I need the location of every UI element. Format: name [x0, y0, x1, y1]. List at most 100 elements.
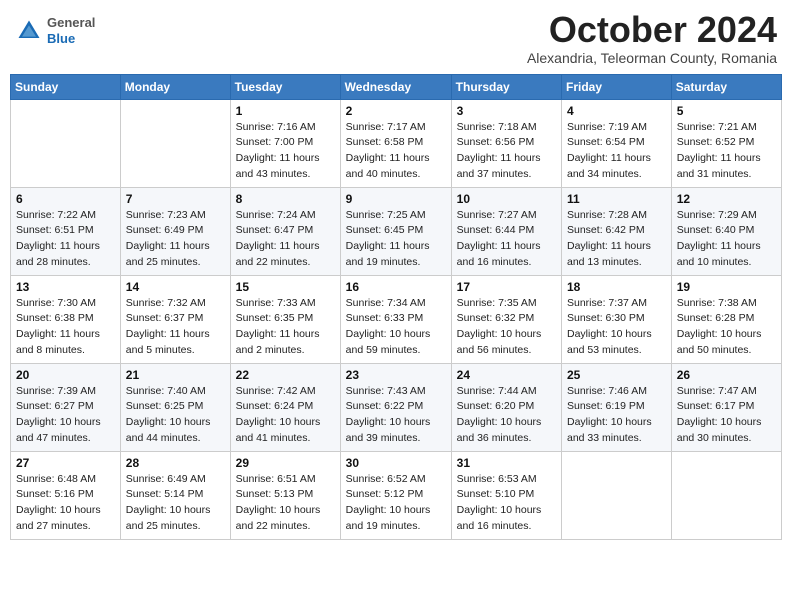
location: Alexandria, Teleorman County, Romania: [527, 50, 777, 66]
day-info: Sunrise: 7:44 AM Sunset: 6:20 PM Dayligh…: [457, 384, 556, 447]
day-number: 16: [346, 280, 446, 294]
calendar-cell: [120, 99, 230, 187]
calendar-cell: 17 Sunrise: 7:35 AM Sunset: 6:32 PM Dayli…: [451, 275, 561, 363]
week-row-3: 13 Sunrise: 7:30 AM Sunset: 6:38 PM Dayli…: [11, 275, 782, 363]
day-number: 27: [16, 456, 115, 470]
calendar-cell: 10Sunrise: 7:27 AM Sunset: 6:44 PM Dayli…: [451, 187, 561, 275]
day-info: Sunrise: 7:37 AM Sunset: 6:30 PM Dayligh…: [567, 296, 666, 359]
day-info: Sunrise: 7:47 AM Sunset: 6:17 PM Dayligh…: [677, 384, 776, 447]
day-number: 7: [126, 192, 225, 206]
calendar-cell: 29Sunrise: 6:51 AM Sunset: 5:13 PM Dayli…: [230, 451, 340, 539]
day-info: Sunrise: 7:32 AM Sunset: 6:37 PM Dayligh…: [126, 296, 225, 359]
calendar-cell: 2Sunrise: 7:17 AM Sunset: 6:58 PM Daylig…: [340, 99, 451, 187]
day-info: Sunrise: 7:18 AM Sunset: 6:56 PM Dayligh…: [457, 120, 556, 183]
logo-blue: Blue: [47, 31, 95, 47]
calendar-cell: 9 Sunrise: 7:25 AM Sunset: 6:45 PM Daylig…: [340, 187, 451, 275]
day-info: Sunrise: 7:35 AM Sunset: 6:32 PM Dayligh…: [457, 296, 556, 359]
day-info: Sunrise: 7:38 AM Sunset: 6:28 PM Dayligh…: [677, 296, 776, 359]
day-number: 15: [236, 280, 335, 294]
weekday-tuesday: Tuesday: [230, 74, 340, 99]
title-section: October 2024 Alexandria, Teleorman Count…: [527, 10, 777, 66]
day-number: 17: [457, 280, 556, 294]
calendar-cell: 15 Sunrise: 7:33 AM Sunset: 6:35 PM Dayli…: [230, 275, 340, 363]
calendar-cell: 23 Sunrise: 7:43 AM Sunset: 6:22 PM Dayli…: [340, 363, 451, 451]
day-number: 11: [567, 192, 666, 206]
day-number: 2: [346, 104, 446, 118]
day-info: Sunrise: 7:39 AM Sunset: 6:27 PM Dayligh…: [16, 384, 115, 447]
day-info: Sunrise: 7:33 AM Sunset: 6:35 PM Dayligh…: [236, 296, 335, 359]
logo-text: General Blue: [47, 15, 95, 46]
day-number: 31: [457, 456, 556, 470]
day-number: 30: [346, 456, 446, 470]
calendar-cell: 6 Sunrise: 7:22 AM Sunset: 6:51 PM Daylig…: [11, 187, 121, 275]
day-number: 18: [567, 280, 666, 294]
day-info: Sunrise: 7:40 AM Sunset: 6:25 PM Dayligh…: [126, 384, 225, 447]
calendar-cell: 7 Sunrise: 7:23 AM Sunset: 6:49 PM Daylig…: [120, 187, 230, 275]
day-number: 29: [236, 456, 335, 470]
day-info: Sunrise: 7:46 AM Sunset: 6:19 PM Dayligh…: [567, 384, 666, 447]
logo: General Blue: [15, 15, 95, 46]
calendar-cell: 27 Sunrise: 6:48 AM Sunset: 5:16 PM Dayli…: [11, 451, 121, 539]
weekday-wednesday: Wednesday: [340, 74, 451, 99]
calendar-cell: 21 Sunrise: 7:40 AM Sunset: 6:25 PM Dayli…: [120, 363, 230, 451]
weekday-thursday: Thursday: [451, 74, 561, 99]
day-info: Sunrise: 7:29 AM Sunset: 6:40 PM Dayligh…: [677, 208, 776, 271]
day-info: Sunrise: 7:25 AM Sunset: 6:45 PM Dayligh…: [346, 208, 446, 271]
day-number: 4: [567, 104, 666, 118]
calendar-cell: 30 Sunrise: 6:52 AM Sunset: 5:12 PM Dayli…: [340, 451, 451, 539]
day-number: 19: [677, 280, 776, 294]
day-number: 13: [16, 280, 115, 294]
day-info: Sunrise: 7:24 AM Sunset: 6:47 PM Dayligh…: [236, 208, 335, 271]
day-number: 6: [16, 192, 115, 206]
calendar-cell: 18 Sunrise: 7:37 AM Sunset: 6:30 PM Dayli…: [562, 275, 672, 363]
calendar-cell: 31 Sunrise: 6:53 AM Sunset: 5:10 PM Dayli…: [451, 451, 561, 539]
day-info: Sunrise: 7:19 AM Sunset: 6:54 PM Dayligh…: [567, 120, 666, 183]
calendar-cell: 16 Sunrise: 7:34 AM Sunset: 6:33 PM Dayli…: [340, 275, 451, 363]
week-row-2: 6 Sunrise: 7:22 AM Sunset: 6:51 PM Daylig…: [11, 187, 782, 275]
day-number: 20: [16, 368, 115, 382]
weekday-header-row: SundayMondayTuesdayWednesdayThursdayFrid…: [11, 74, 782, 99]
day-number: 23: [346, 368, 446, 382]
day-number: 14: [126, 280, 225, 294]
day-info: Sunrise: 6:53 AM Sunset: 5:10 PM Dayligh…: [457, 472, 556, 535]
day-info: Sunrise: 7:30 AM Sunset: 6:38 PM Dayligh…: [16, 296, 115, 359]
calendar-cell: [671, 451, 781, 539]
calendar-cell: 13 Sunrise: 7:30 AM Sunset: 6:38 PM Dayli…: [11, 275, 121, 363]
calendar-cell: 4 Sunrise: 7:19 AM Sunset: 6:54 PM Daylig…: [562, 99, 672, 187]
calendar-table: SundayMondayTuesdayWednesdayThursdayFrid…: [10, 74, 782, 540]
calendar-cell: 1Sunrise: 7:16 AM Sunset: 7:00 PM Daylig…: [230, 99, 340, 187]
day-info: Sunrise: 6:48 AM Sunset: 5:16 PM Dayligh…: [16, 472, 115, 535]
calendar-cell: 3Sunrise: 7:18 AM Sunset: 6:56 PM Daylig…: [451, 99, 561, 187]
day-number: 10: [457, 192, 556, 206]
day-info: Sunrise: 7:22 AM Sunset: 6:51 PM Dayligh…: [16, 208, 115, 271]
week-row-1: 1Sunrise: 7:16 AM Sunset: 7:00 PM Daylig…: [11, 99, 782, 187]
calendar-cell: 14 Sunrise: 7:32 AM Sunset: 6:37 PM Dayli…: [120, 275, 230, 363]
calendar-cell: 5Sunrise: 7:21 AM Sunset: 6:52 PM Daylig…: [671, 99, 781, 187]
day-number: 25: [567, 368, 666, 382]
day-info: Sunrise: 7:16 AM Sunset: 7:00 PM Dayligh…: [236, 120, 335, 183]
calendar-cell: [562, 451, 672, 539]
day-info: Sunrise: 7:42 AM Sunset: 6:24 PM Dayligh…: [236, 384, 335, 447]
logo-general: General: [47, 15, 95, 31]
page-header: General Blue October 2024 Alexandria, Te…: [10, 10, 782, 66]
calendar-cell: 28Sunrise: 6:49 AM Sunset: 5:14 PM Dayli…: [120, 451, 230, 539]
day-number: 12: [677, 192, 776, 206]
calendar-cell: 11 Sunrise: 7:28 AM Sunset: 6:42 PM Dayli…: [562, 187, 672, 275]
calendar-cell: 25 Sunrise: 7:46 AM Sunset: 6:19 PM Dayli…: [562, 363, 672, 451]
weekday-sunday: Sunday: [11, 74, 121, 99]
day-number: 22: [236, 368, 335, 382]
calendar-cell: [11, 99, 121, 187]
day-info: Sunrise: 7:34 AM Sunset: 6:33 PM Dayligh…: [346, 296, 446, 359]
day-info: Sunrise: 7:23 AM Sunset: 6:49 PM Dayligh…: [126, 208, 225, 271]
calendar-cell: 20 Sunrise: 7:39 AM Sunset: 6:27 PM Dayli…: [11, 363, 121, 451]
week-row-5: 27 Sunrise: 6:48 AM Sunset: 5:16 PM Dayli…: [11, 451, 782, 539]
day-number: 9: [346, 192, 446, 206]
month-title: October 2024: [527, 10, 777, 50]
day-number: 5: [677, 104, 776, 118]
day-info: Sunrise: 7:28 AM Sunset: 6:42 PM Dayligh…: [567, 208, 666, 271]
calendar-cell: 26Sunrise: 7:47 AM Sunset: 6:17 PM Dayli…: [671, 363, 781, 451]
day-number: 21: [126, 368, 225, 382]
day-info: Sunrise: 7:43 AM Sunset: 6:22 PM Dayligh…: [346, 384, 446, 447]
day-info: Sunrise: 6:52 AM Sunset: 5:12 PM Dayligh…: [346, 472, 446, 535]
calendar-cell: 8Sunrise: 7:24 AM Sunset: 6:47 PM Daylig…: [230, 187, 340, 275]
